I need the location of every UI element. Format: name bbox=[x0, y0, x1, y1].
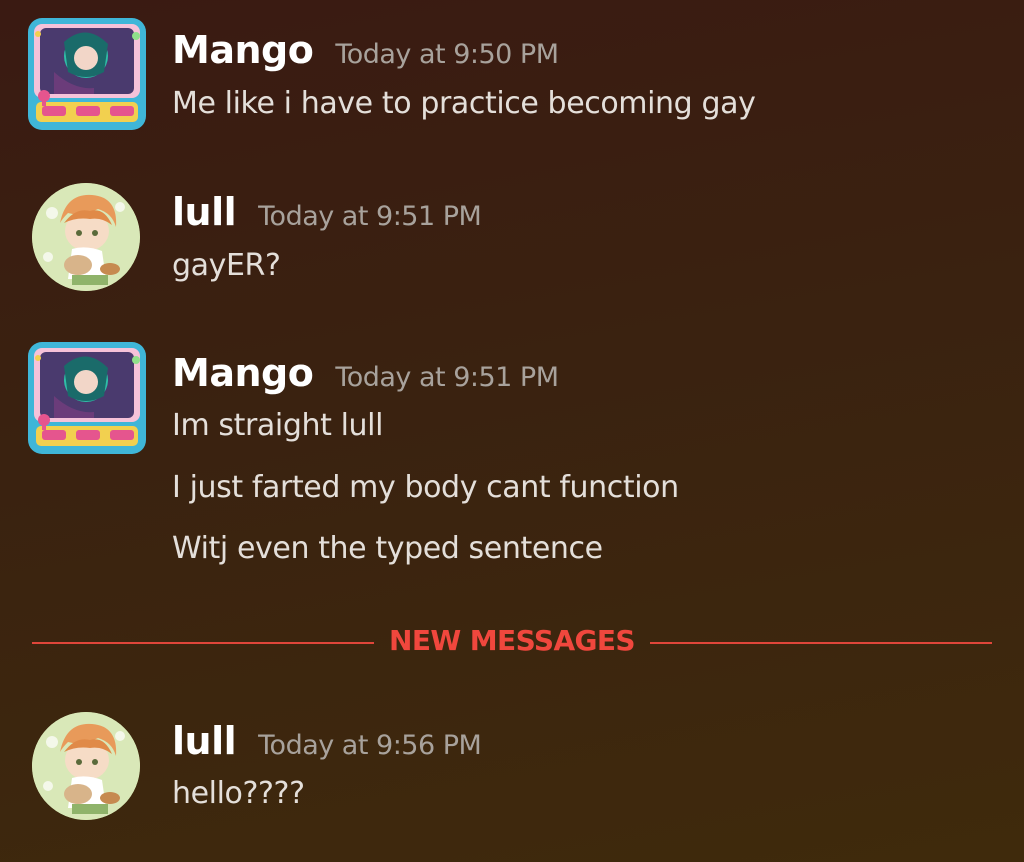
message-text: I just farted my body cant function bbox=[172, 470, 679, 505]
anime-character-avatar-icon bbox=[32, 712, 140, 820]
username[interactable]: Mango bbox=[172, 351, 314, 395]
message-text: Me like i have to practice becoming gay bbox=[172, 86, 756, 121]
arcade-machine-avatar-icon bbox=[28, 342, 146, 454]
message-header: lull Today at 9:51 PM bbox=[172, 190, 482, 240]
anime-character-avatar-icon bbox=[32, 183, 140, 291]
message-header: Mango Today at 9:51 PM bbox=[172, 351, 559, 401]
username[interactable]: lull bbox=[172, 190, 237, 234]
new-messages-divider: NEW MESSAGES bbox=[32, 620, 992, 666]
mango-avatar[interactable] bbox=[24, 12, 150, 138]
message-text: Witj even the typed sentence bbox=[172, 531, 603, 566]
chat-message-list: Mango Today at 9:50 PM Me like i have to… bbox=[0, 0, 1024, 862]
message-header: lull Today at 9:56 PM bbox=[172, 719, 482, 769]
message-timestamp[interactable]: Today at 9:51 PM bbox=[258, 201, 482, 232]
arcade-machine-avatar-icon bbox=[28, 18, 146, 130]
username[interactable]: Mango bbox=[172, 28, 314, 72]
message-timestamp[interactable]: Today at 9:50 PM bbox=[335, 39, 559, 70]
message-timestamp[interactable]: Today at 9:56 PM bbox=[258, 730, 482, 761]
new-messages-label: NEW MESSAGES bbox=[388, 624, 636, 657]
lull-avatar[interactable] bbox=[32, 183, 140, 291]
message-text: Im straight lull bbox=[172, 408, 384, 443]
message-header: Mango Today at 9:50 PM bbox=[172, 28, 559, 78]
divider-line bbox=[650, 642, 992, 644]
message-timestamp[interactable]: Today at 9:51 PM bbox=[335, 362, 559, 393]
message-text: gayER? bbox=[172, 248, 281, 283]
mango-avatar[interactable] bbox=[24, 336, 150, 462]
message-text: hello???? bbox=[172, 776, 305, 811]
lull-avatar[interactable] bbox=[32, 712, 140, 820]
divider-line bbox=[32, 642, 374, 644]
username[interactable]: lull bbox=[172, 719, 237, 763]
